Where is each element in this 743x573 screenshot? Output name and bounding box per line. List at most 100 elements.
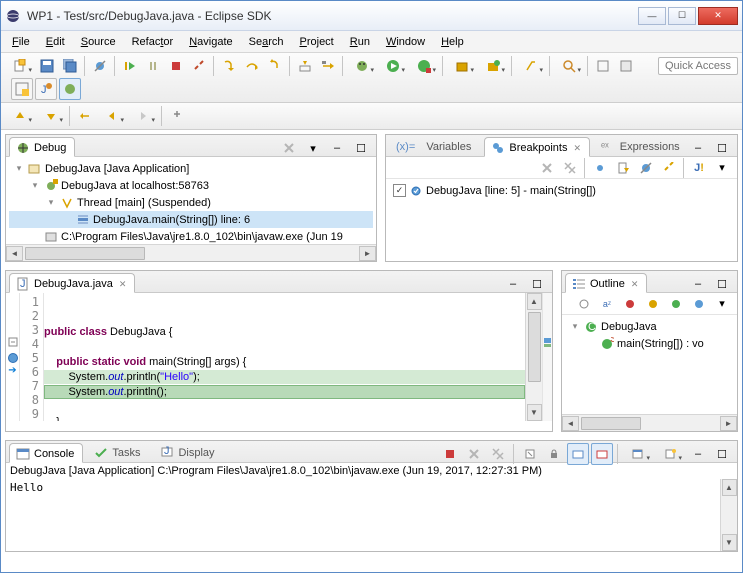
open-type-button[interactable] <box>516 55 546 77</box>
focus-button[interactable] <box>573 293 595 315</box>
remove-all-bp-button[interactable] <box>559 157 581 179</box>
menu-project[interactable]: Project <box>293 34 341 50</box>
show-supported-button[interactable] <box>589 157 611 179</box>
maximize-pane-button[interactable]: ☐ <box>711 273 733 295</box>
sort-button[interactable]: aᶻ <box>596 293 618 315</box>
toggle-mark-button[interactable] <box>592 55 614 77</box>
ext-tools-dropdown[interactable] <box>409 55 439 77</box>
minimize-pane-button[interactable]: – <box>502 273 524 295</box>
bp-checkbox[interactable]: ✓ <box>393 184 406 197</box>
breakpoints-list[interactable]: ✓ DebugJava [line: 5] - main(String[]) <box>386 179 737 261</box>
drop-to-frame-button[interactable] <box>294 55 316 77</box>
search-dropdown[interactable] <box>554 55 584 77</box>
minimize-pane-button[interactable]: – <box>687 443 709 465</box>
toggle-block-button[interactable] <box>615 55 637 77</box>
maximize-pane-button[interactable]: ☐ <box>350 137 372 159</box>
new-package-button[interactable] <box>447 55 477 77</box>
resume-button[interactable] <box>119 55 141 77</box>
step-into-button[interactable] <box>218 55 240 77</box>
last-edit-button[interactable] <box>74 105 96 127</box>
variables-tab[interactable]: (x)= Variables <box>389 136 480 156</box>
menu-source[interactable]: Source <box>74 34 123 50</box>
suspend-button[interactable] <box>142 55 164 77</box>
display-console-dropdown[interactable] <box>655 443 685 465</box>
maximize-pane-button[interactable]: ☐ <box>711 137 733 159</box>
menu-refactor[interactable]: Refactor <box>125 34 181 50</box>
new-class-button[interactable] <box>478 55 508 77</box>
overview-ruler[interactable] <box>542 293 552 421</box>
marker-ruler[interactable]: ➔ <box>6 293 20 421</box>
breakpoints-tab[interactable]: Breakpoints ✕ <box>484 137 590 157</box>
step-over-button[interactable] <box>241 55 263 77</box>
tasks-tab[interactable]: Tasks <box>87 442 149 462</box>
close-icon[interactable]: ✕ <box>119 279 127 290</box>
show-on-stderr-button[interactable] <box>591 443 613 465</box>
expressions-tab[interactable]: ᵉˣ Expressions <box>594 136 689 156</box>
next-annotation-button[interactable] <box>36 105 66 127</box>
close-button[interactable]: ✕ <box>698 7 738 25</box>
step-return-button[interactable] <box>264 55 286 77</box>
view-menu-button[interactable]: ▾ <box>302 137 324 159</box>
remove-launch-button[interactable] <box>278 137 300 159</box>
skip-breakpoints-button[interactable] <box>89 55 111 77</box>
terminate-console-button[interactable] <box>439 443 461 465</box>
minimize-pane-button[interactable]: – <box>687 137 709 159</box>
menu-run[interactable]: Run <box>343 34 377 50</box>
remove-bp-button[interactable] <box>536 157 558 179</box>
pin-button[interactable] <box>166 105 188 127</box>
link-editor-button[interactable] <box>658 157 680 179</box>
maximize-pane-button[interactable]: ☐ <box>526 273 548 295</box>
java-perspective-button[interactable]: J <box>35 78 57 100</box>
code-area[interactable]: public class DebugJava { public static v… <box>44 293 525 421</box>
view-menu-button[interactable]: ▾ <box>711 157 733 179</box>
debug-perspective-button[interactable] <box>59 78 81 100</box>
editor-tab[interactable]: J DebugJava.java ✕ <box>9 273 135 293</box>
back-button[interactable] <box>97 105 127 127</box>
prev-annotation-button[interactable] <box>5 105 35 127</box>
menu-navigate[interactable]: Navigate <box>182 34 239 50</box>
save-all-button[interactable] <box>59 55 81 77</box>
close-icon[interactable]: ✕ <box>573 143 581 154</box>
outline-tab[interactable]: Outline ✕ <box>565 273 647 293</box>
debug-hscroll[interactable]: ◄► <box>6 244 376 261</box>
console-vscroll[interactable]: ▲▼ <box>720 479 737 551</box>
debug-tab[interactable]: Debug <box>9 137 75 157</box>
add-exception-bp-button[interactable]: J! <box>688 157 710 179</box>
step-filters-button[interactable] <box>317 55 339 77</box>
editor-body[interactable]: ➔ 123456789 public class DebugJava { pub… <box>6 293 552 421</box>
quick-access[interactable]: Quick Access <box>658 57 738 75</box>
outline-tree[interactable]: ▾CDebugJava Smain(String[]) : vo <box>562 315 737 414</box>
scroll-lock-button[interactable] <box>543 443 565 465</box>
hide-nonpublic-button[interactable] <box>665 293 687 315</box>
maximize-pane-button[interactable]: ☐ <box>711 443 733 465</box>
close-icon[interactable]: ✕ <box>631 279 639 290</box>
open-perspective-button[interactable] <box>11 78 33 100</box>
remove-all-launches-button[interactable] <box>487 443 509 465</box>
forward-button[interactable] <box>128 105 158 127</box>
save-button[interactable] <box>36 55 58 77</box>
minimize-button[interactable]: — <box>638 7 666 25</box>
console-output[interactable]: Hello <box>6 479 720 551</box>
menu-search[interactable]: Search <box>242 34 291 50</box>
terminate-button[interactable] <box>165 55 187 77</box>
minimize-pane-button[interactable]: – <box>687 273 709 295</box>
hide-fields-button[interactable] <box>619 293 641 315</box>
hide-local-button[interactable] <box>688 293 710 315</box>
display-tab[interactable]: J Display <box>153 442 223 462</box>
clear-console-button[interactable] <box>519 443 541 465</box>
open-console-dropdown[interactable] <box>623 443 653 465</box>
console-tab[interactable]: Console <box>9 443 83 463</box>
view-menu-button[interactable]: ▾ <box>711 293 733 315</box>
maximize-button[interactable]: ☐ <box>668 7 696 25</box>
hide-static-button[interactable] <box>642 293 664 315</box>
editor-vscroll[interactable]: ▲▼ <box>525 293 542 421</box>
menu-file[interactable]: File <box>5 34 37 50</box>
remove-launch-button[interactable] <box>463 443 485 465</box>
skip-all-button[interactable] <box>635 157 657 179</box>
menu-edit[interactable]: Edit <box>39 34 72 50</box>
show-on-stdout-button[interactable] <box>567 443 589 465</box>
debug-tree[interactable]: ▾DebugJava [Java Application] ▾DebugJava… <box>6 157 376 244</box>
minimize-pane-button[interactable]: – <box>326 137 348 159</box>
disconnect-button[interactable] <box>188 55 210 77</box>
menu-window[interactable]: Window <box>379 34 432 50</box>
